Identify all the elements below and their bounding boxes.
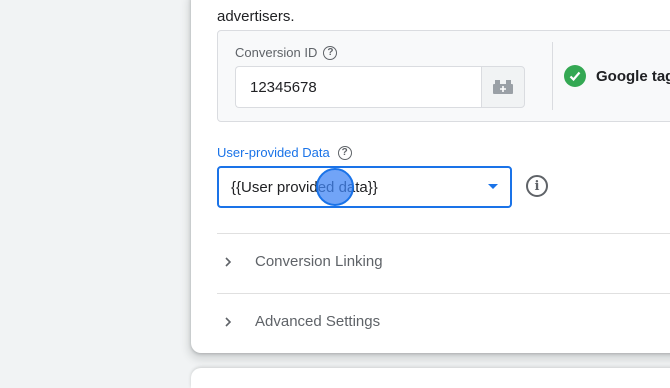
section-divider	[217, 293, 670, 294]
next-card	[191, 368, 670, 388]
insert-variable-button[interactable]	[481, 66, 525, 108]
conversion-id-label: Conversion ID	[235, 45, 318, 60]
conversion-id-help-icon[interactable]: ?	[323, 45, 338, 60]
google-tag-status: Google tag	[564, 65, 670, 87]
panel-divider	[552, 42, 553, 110]
chevron-right-icon	[225, 256, 232, 267]
section-label: Conversion Linking	[255, 253, 383, 270]
section-conversion-linking[interactable]: Conversion Linking	[222, 253, 383, 270]
user-provided-data-label: User-provided Data	[217, 145, 330, 160]
intro-text: advertisers.	[217, 8, 295, 25]
user-provided-data-value: {{User provided data}}	[231, 178, 378, 196]
check-circle-icon	[564, 65, 586, 87]
conversion-id-label-row: Conversion ID ?	[235, 45, 338, 60]
user-provided-data-label-row: User-provided Data ?	[217, 145, 352, 160]
info-icon[interactable]: i	[526, 175, 548, 197]
conversion-id-input[interactable]: 12345678	[235, 66, 481, 108]
click-indicator	[316, 168, 354, 206]
section-divider	[217, 233, 670, 234]
user-provided-data-select[interactable]: {{User provided data}}	[217, 166, 512, 208]
variable-brick-icon	[493, 80, 513, 94]
dropdown-caret-icon	[488, 184, 498, 189]
section-advanced-settings[interactable]: Advanced Settings	[222, 313, 380, 330]
user-provided-data-help-icon[interactable]: ?	[337, 145, 352, 160]
google-tag-label: Google tag	[596, 67, 670, 85]
chevron-right-icon	[225, 316, 232, 327]
section-label: Advanced Settings	[255, 313, 381, 330]
